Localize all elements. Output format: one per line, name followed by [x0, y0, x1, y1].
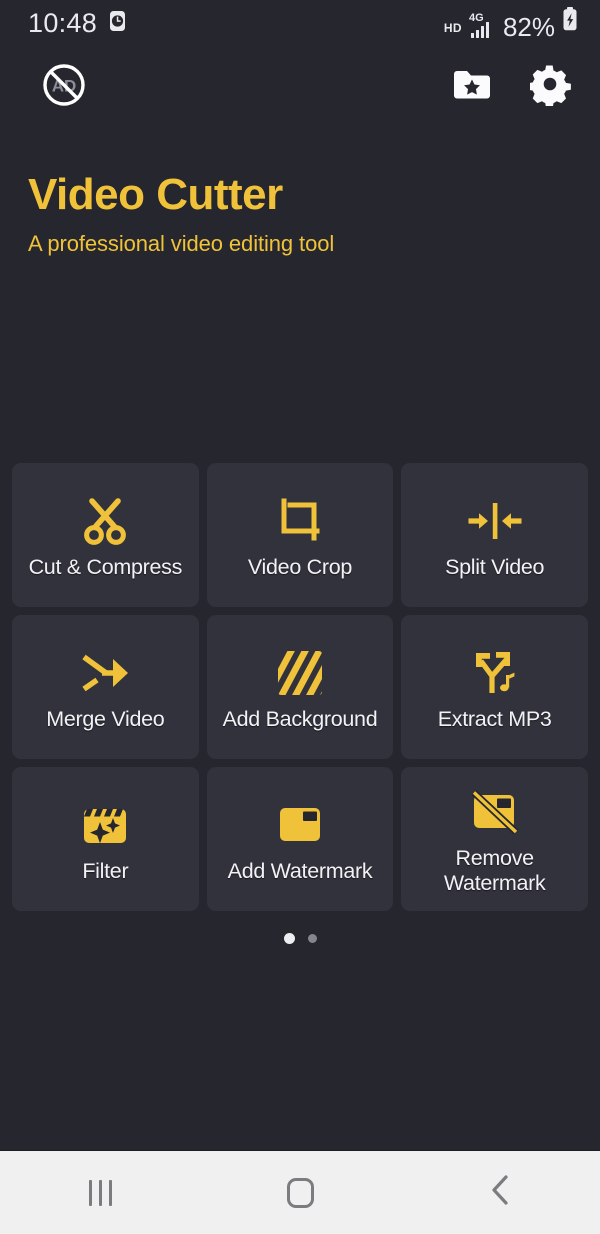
tool-tile-label: Cut & Compress [28, 554, 183, 579]
page-dot-inactive[interactable] [307, 934, 317, 944]
tool-tile-label: Split Video [445, 554, 545, 579]
fork-arrows-music-note-icon [470, 645, 520, 701]
crop-icon [276, 493, 324, 549]
tool-tile-filter[interactable]: Filter [12, 767, 199, 912]
home-icon [286, 1177, 314, 1208]
settings-button[interactable] [530, 64, 572, 106]
battery-charging-icon [562, 7, 578, 36]
tool-tile-merge-video[interactable]: Merge Video [12, 615, 199, 760]
alarm-clock-icon [108, 10, 127, 37]
tool-tile-label: Remove Watermark [443, 846, 546, 896]
tool-tile-remove-watermark[interactable]: Remove Watermark [401, 767, 588, 912]
tool-tile-label: Video Crop [247, 554, 353, 579]
tool-tile-extract-mp3[interactable]: Extract MP3 [401, 615, 588, 760]
home-button[interactable] [240, 1151, 360, 1234]
bottom-spacer [0, 944, 600, 1150]
signal-bars-icon: 4G [469, 13, 496, 38]
scissors-icon [81, 493, 129, 549]
back-button[interactable] [440, 1151, 560, 1234]
tool-tile-add-watermark[interactable]: Add Watermark [206, 767, 394, 912]
tool-tile-video-crop[interactable]: Video Crop [206, 463, 394, 608]
page-dot-active[interactable] [283, 933, 295, 945]
page-indicator [0, 911, 600, 945]
clapperboard-sparkle-icon [81, 797, 129, 853]
tool-grid: Cut & Compress Video Crop Split Video Me… [0, 463, 600, 912]
split-arrows-icon [466, 493, 524, 549]
app-screen: 10:48 HD 4G 82% Video Cutter A professio… [0, 0, 600, 1234]
status-bar-clock: 10:48 [28, 7, 98, 38]
status-bar-right: HD 4G 82% [443, 7, 578, 42]
tool-tile-label: Add Watermark [227, 858, 373, 883]
merge-arrow-icon [78, 645, 132, 701]
tool-tile-label: Merge Video [46, 706, 165, 731]
tool-tile-cut-compress[interactable]: Cut & Compress [12, 463, 199, 608]
back-icon [489, 1174, 511, 1211]
header-spacer [0, 257, 600, 463]
header-block: Video Cutter A professional video editin… [0, 124, 600, 257]
tool-tile-label: Extract MP3 [437, 706, 552, 731]
tool-tile-split-video[interactable]: Split Video [401, 463, 588, 608]
status-bar-left: 10:48 [28, 8, 127, 39]
tool-tile-add-background[interactable]: Add Background [206, 615, 394, 760]
watermark-square-slash-icon [470, 784, 520, 840]
toolbar-actions [452, 64, 572, 106]
tool-grid-area: Cut & Compress Video Crop Split Video Me… [0, 463, 600, 945]
folder-star-button[interactable] [452, 68, 492, 102]
signal-bar-group [470, 22, 490, 38]
recents-icon [88, 1179, 112, 1206]
recents-button[interactable] [40, 1151, 160, 1234]
android-navigation-bar [0, 1150, 600, 1234]
tool-tile-label: Add Background [222, 706, 378, 731]
tool-tile-label: Filter [82, 858, 129, 883]
page-title: Video Cutter [28, 170, 283, 219]
watermark-square-icon [277, 797, 323, 853]
battery-percentage: 82% [502, 12, 555, 42]
app-toolbar: AD [0, 46, 600, 124]
status-bar: 10:48 HD 4G 82% [0, 0, 600, 46]
page-subtitle: A professional video editing tool [28, 231, 335, 257]
diagonal-stripes-icon [277, 645, 323, 701]
hd-indicator: HD [443, 21, 462, 35]
no-ads-button[interactable]: AD [40, 61, 88, 109]
